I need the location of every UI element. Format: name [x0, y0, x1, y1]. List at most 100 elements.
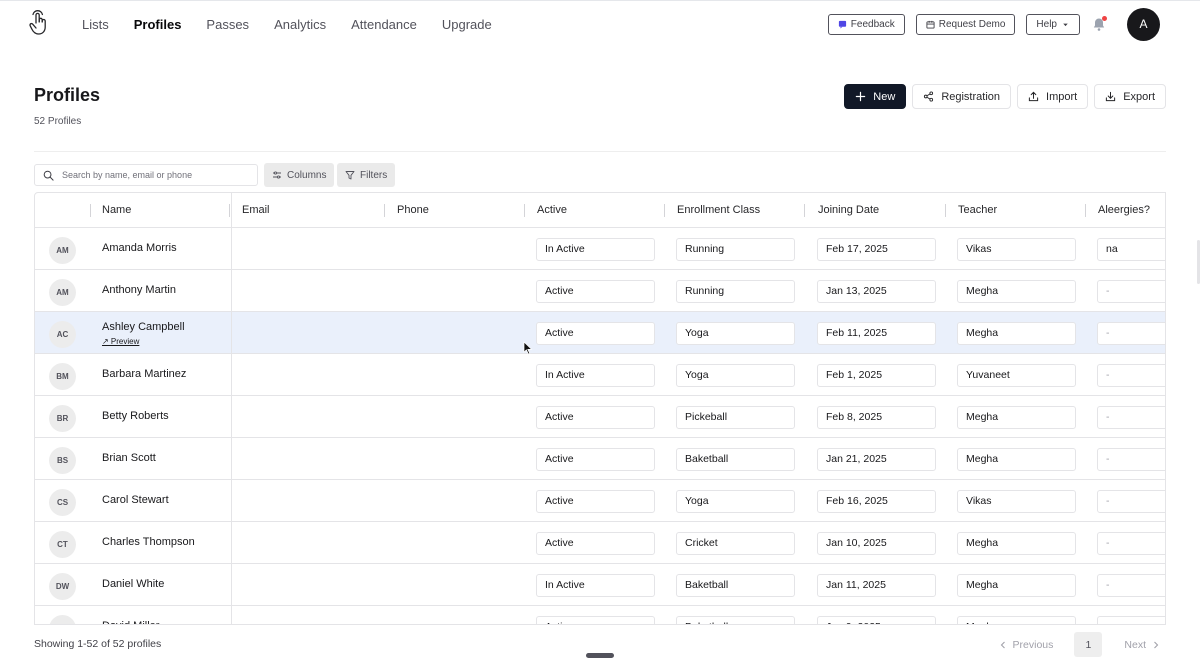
- teacher-field[interactable]: Yuvaneet: [957, 364, 1076, 387]
- column-header-name[interactable]: Name: [102, 193, 131, 228]
- allergies-field[interactable]: -: [1097, 322, 1165, 345]
- table-row[interactable]: AM Anthony Martin Active Running Jan 13,…: [35, 270, 1165, 312]
- column-resizer[interactable]: [90, 204, 91, 217]
- active-status-field[interactable]: Active: [536, 616, 655, 624]
- allergies-field[interactable]: na: [1097, 238, 1165, 261]
- table-row[interactable]: AM Amanda Morris In Active Running Feb 1…: [35, 228, 1165, 270]
- profile-name[interactable]: Anthony Martin: [102, 284, 176, 296]
- joining-date-field[interactable]: Jan 21, 2025: [817, 448, 936, 471]
- search-input[interactable]: [62, 170, 242, 180]
- active-status-field[interactable]: In Active: [536, 574, 655, 597]
- column-resizer[interactable]: [229, 204, 230, 217]
- active-status-field[interactable]: Active: [536, 406, 655, 429]
- active-status-field[interactable]: Active: [536, 322, 655, 345]
- profile-name[interactable]: Carol Stewart: [102, 494, 169, 506]
- nav-link-attendance[interactable]: Attendance: [351, 17, 417, 32]
- nav-link-passes[interactable]: Passes: [206, 17, 249, 32]
- profile-name[interactable]: Daniel White: [102, 578, 164, 590]
- column-header-enrollment-class[interactable]: Enrollment Class: [677, 193, 760, 228]
- drag-handle[interactable]: [586, 653, 614, 658]
- joining-date-field[interactable]: Feb 17, 2025: [817, 238, 936, 261]
- active-status-field[interactable]: Active: [536, 448, 655, 471]
- teacher-field[interactable]: Vikas: [957, 238, 1076, 261]
- teacher-field[interactable]: Megha: [957, 322, 1076, 345]
- active-status-field[interactable]: Active: [536, 490, 655, 513]
- import-button[interactable]: Import: [1017, 84, 1089, 109]
- allergies-field[interactable]: -: [1097, 364, 1165, 387]
- nav-link-upgrade[interactable]: Upgrade: [442, 17, 492, 32]
- enrollment-class-field[interactable]: Yoga: [676, 322, 795, 345]
- joining-date-field[interactable]: Feb 11, 2025: [817, 322, 936, 345]
- profile-name[interactable]: Amanda Morris: [102, 242, 177, 254]
- joining-date-field[interactable]: Jan 13, 2025: [817, 280, 936, 303]
- allergies-field[interactable]: -: [1097, 616, 1165, 624]
- enrollment-class-field[interactable]: Running: [676, 238, 795, 261]
- registration-button[interactable]: Registration: [912, 84, 1012, 109]
- table-row[interactable]: BS Brian Scott Active Baketball Jan 21, …: [35, 438, 1165, 480]
- profile-name[interactable]: Betty Roberts: [102, 410, 169, 422]
- enrollment-class-field[interactable]: Yoga: [676, 490, 795, 513]
- column-resizer[interactable]: [1085, 204, 1086, 217]
- profile-name[interactable]: Ashley Campbell: [102, 321, 185, 333]
- joining-date-field[interactable]: Jan 10, 2025: [817, 532, 936, 555]
- enrollment-class-field[interactable]: Pickeball: [676, 406, 795, 429]
- column-resizer[interactable]: [945, 204, 946, 217]
- active-status-field[interactable]: Active: [536, 532, 655, 555]
- new-button[interactable]: New: [844, 84, 907, 109]
- column-resizer[interactable]: [664, 204, 665, 217]
- nav-link-profiles[interactable]: Profiles: [134, 17, 182, 32]
- joining-date-field[interactable]: Feb 16, 2025: [817, 490, 936, 513]
- request-demo-button[interactable]: Request Demo: [915, 13, 1016, 35]
- active-status-field[interactable]: In Active: [536, 364, 655, 387]
- teacher-field[interactable]: Megha: [957, 406, 1076, 429]
- help-dropdown[interactable]: Help: [1026, 13, 1080, 35]
- notifications-bell-icon[interactable]: [1091, 16, 1107, 32]
- enrollment-class-field[interactable]: Running: [676, 280, 795, 303]
- allergies-field[interactable]: -: [1097, 574, 1165, 597]
- joining-date-field[interactable]: Feb 8, 2025: [817, 406, 936, 429]
- user-avatar[interactable]: A: [1127, 7, 1160, 41]
- column-header-phone[interactable]: Phone: [397, 193, 429, 228]
- joining-date-field[interactable]: Jan 9, 2025: [817, 616, 936, 624]
- column-header-joining-date[interactable]: Joining Date: [818, 193, 879, 228]
- allergies-field[interactable]: -: [1097, 406, 1165, 429]
- preview-link[interactable]: ↗ Preview: [102, 337, 139, 346]
- teacher-field[interactable]: Megha: [957, 448, 1076, 471]
- search-box[interactable]: [34, 164, 258, 186]
- column-resizer[interactable]: [384, 204, 385, 217]
- column-header-allergies[interactable]: Aleergies?: [1098, 193, 1150, 228]
- table-row[interactable]: DM David Miller Active Baketball Jan 9, …: [35, 606, 1165, 624]
- column-resizer[interactable]: [804, 204, 805, 217]
- next-page-button[interactable]: Next: [1124, 639, 1160, 651]
- table-row[interactable]: BM Barbara Martinez In Active Yoga Feb 1…: [35, 354, 1165, 396]
- enrollment-class-field[interactable]: Baketball: [676, 616, 795, 624]
- allergies-field[interactable]: -: [1097, 532, 1165, 555]
- profile-name[interactable]: Barbara Martinez: [102, 368, 186, 380]
- enrollment-class-field[interactable]: Baketball: [676, 574, 795, 597]
- column-header-teacher[interactable]: Teacher: [958, 193, 997, 228]
- hand-pointer-logo-icon[interactable]: [28, 10, 50, 38]
- teacher-field[interactable]: Megha: [957, 532, 1076, 555]
- column-resizer[interactable]: [524, 204, 525, 217]
- active-status-field[interactable]: In Active: [536, 238, 655, 261]
- allergies-field[interactable]: -: [1097, 280, 1165, 303]
- enrollment-class-field[interactable]: Baketball: [676, 448, 795, 471]
- columns-button[interactable]: Columns: [264, 163, 335, 187]
- teacher-field[interactable]: Vikas: [957, 490, 1076, 513]
- table-row[interactable]: AC Ashley Campbell Active Yoga Feb 11, 2…: [35, 312, 1165, 354]
- teacher-field[interactable]: Megha: [957, 616, 1076, 624]
- column-header-active[interactable]: Active: [537, 193, 567, 228]
- enrollment-class-field[interactable]: Cricket: [676, 532, 795, 555]
- allergies-field[interactable]: -: [1097, 490, 1165, 513]
- table-row[interactable]: BR Betty Roberts Active Pickeball Feb 8,…: [35, 396, 1165, 438]
- page-number-button[interactable]: 1: [1074, 632, 1103, 657]
- previous-page-button[interactable]: Previous: [999, 639, 1053, 651]
- profile-name[interactable]: David Miller: [102, 620, 159, 624]
- profile-name[interactable]: Charles Thompson: [102, 536, 195, 548]
- table-row[interactable]: CT Charles Thompson Active Cricket Jan 1…: [35, 522, 1165, 564]
- allergies-field[interactable]: -: [1097, 448, 1165, 471]
- table-row[interactable]: CS Carol Stewart Active Yoga Feb 16, 202…: [35, 480, 1165, 522]
- feedback-button[interactable]: Feedback: [827, 13, 905, 35]
- active-status-field[interactable]: Active: [536, 280, 655, 303]
- joining-date-field[interactable]: Feb 1, 2025: [817, 364, 936, 387]
